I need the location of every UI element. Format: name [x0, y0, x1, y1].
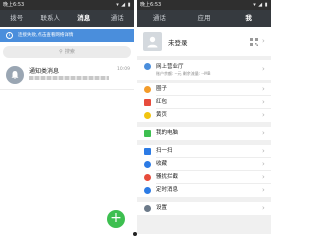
chevron-right-icon: ›	[262, 204, 265, 212]
circle-icon	[144, 86, 151, 93]
tab-calls[interactable]: 通话	[101, 10, 135, 27]
profile-name: 未登录	[168, 39, 188, 47]
menu-item-scan[interactable]: 扫一扫 ›	[137, 145, 271, 158]
menu-item-label: 红包	[156, 99, 168, 105]
tab-contacts[interactable]: 联系人	[34, 10, 68, 27]
status-bar: 晚上6:53 ▾ ◢ ▮	[137, 0, 271, 10]
tab-calls[interactable]: 通话	[137, 10, 182, 27]
search-placeholder: 搜索	[64, 49, 75, 55]
message-title: 通知类消息	[29, 68, 60, 75]
page-indicator-dot	[133, 232, 137, 236]
menu-item-circle[interactable]: 圈子 ›	[137, 83, 271, 96]
connection-error-banner[interactable]: i 连接失败,点击查看网络详情	[0, 29, 134, 42]
status-bar: 晚上6:53 ▾ ◢ ▮	[0, 0, 134, 10]
menu-item-label: 收藏	[156, 161, 168, 167]
menu-item-label: 定时消息	[156, 187, 179, 193]
business-hall-label: 网上营业厅	[156, 64, 184, 70]
tab-apps[interactable]: 应用	[182, 10, 227, 27]
chevron-right-icon: ›	[262, 111, 265, 119]
menu-item-label: 骚扰拦截	[156, 174, 179, 180]
menu-item-my-computer[interactable]: 我的电脑 ›	[137, 127, 271, 140]
menu-item-scheduled-message[interactable]: 定时消息 ›	[137, 184, 271, 197]
message-time: 10:09	[117, 67, 130, 72]
qr-code-icon[interactable]	[250, 38, 258, 46]
chevron-right-icon: ›	[262, 160, 265, 168]
menu-item-favorites[interactable]: 收藏 ›	[137, 158, 271, 171]
me-screen: 晚上6:53 ▾ ◢ ▮ 通话 应用 我 未登录 › 网上营业厅 账户余额: -…	[137, 0, 271, 234]
scan-icon	[144, 148, 151, 155]
business-hall-icon	[144, 63, 151, 70]
chevron-right-icon: ›	[262, 65, 265, 73]
menu-item-red-packet[interactable]: 红包 ›	[137, 96, 271, 109]
star-icon	[144, 161, 151, 168]
search-input[interactable]: ⚲ 搜索	[3, 46, 131, 58]
tab-messages[interactable]: 消息	[67, 10, 101, 27]
menu-item-settings[interactable]: 设置 ›	[137, 202, 271, 215]
divider	[0, 89, 134, 90]
chevron-right-icon: ›	[262, 186, 265, 194]
profile-card[interactable]: 未登录 ›	[137, 27, 271, 56]
message-list-item[interactable]: 通知类消息 10:09	[0, 62, 134, 90]
menu-item-harassment-block[interactable]: 骚扰拦截 ›	[137, 171, 271, 184]
bell-icon	[6, 66, 24, 84]
tab-dial[interactable]: 拨号	[0, 10, 34, 27]
new-message-button[interactable]: +	[107, 210, 125, 228]
gear-icon	[144, 205, 151, 212]
account-summary: 账户余额: --元 剩余流量: --MB	[156, 71, 211, 76]
menu-item-label: 我的电脑	[156, 130, 179, 136]
status-icons: ▾ ◢ ▮	[116, 2, 131, 8]
banner-text: 连接失败,点击查看网络详情	[18, 33, 74, 38]
yellow-pages-icon	[144, 112, 151, 119]
chevron-right-icon: ›	[262, 98, 265, 106]
status-time: 晚上6:53	[3, 2, 25, 8]
chevron-right-icon: ›	[262, 85, 265, 93]
menu-item-label: 设置	[156, 205, 168, 211]
menu-item-label: 黄页	[156, 112, 168, 118]
message-preview-blurred	[29, 76, 109, 80]
chevron-right-icon: ›	[262, 173, 265, 181]
messages-screen: 晚上6:53 ▾ ◢ ▮ 拨号 联系人 消息 通话 i 连接失败,点击查看网络详…	[0, 0, 134, 234]
top-tab-bar: 拨号 联系人 消息 通话	[0, 10, 134, 27]
avatar	[143, 32, 162, 51]
chevron-right-icon: ›	[262, 147, 265, 155]
menu-item-yellow-pages[interactable]: 黄页 ›	[137, 109, 271, 122]
block-icon	[144, 174, 151, 181]
online-business-hall-row[interactable]: 网上营业厅 账户余额: --元 剩余流量: --MB ›	[137, 60, 271, 80]
clock-icon	[144, 187, 151, 194]
status-time: 晚上6:53	[140, 2, 162, 8]
top-tab-bar: 通话 应用 我	[137, 10, 271, 27]
tab-me[interactable]: 我	[226, 10, 271, 27]
status-icons: ▾ ◢ ▮	[253, 2, 268, 8]
menu-item-label: 圈子	[156, 86, 168, 92]
info-icon: i	[6, 32, 13, 39]
search-icon: ⚲	[59, 49, 63, 55]
computer-icon	[144, 130, 151, 137]
menu-item-label: 扫一扫	[156, 148, 173, 154]
chevron-right-icon: ›	[262, 37, 265, 45]
red-packet-icon	[144, 99, 151, 106]
chevron-right-icon: ›	[262, 129, 265, 137]
